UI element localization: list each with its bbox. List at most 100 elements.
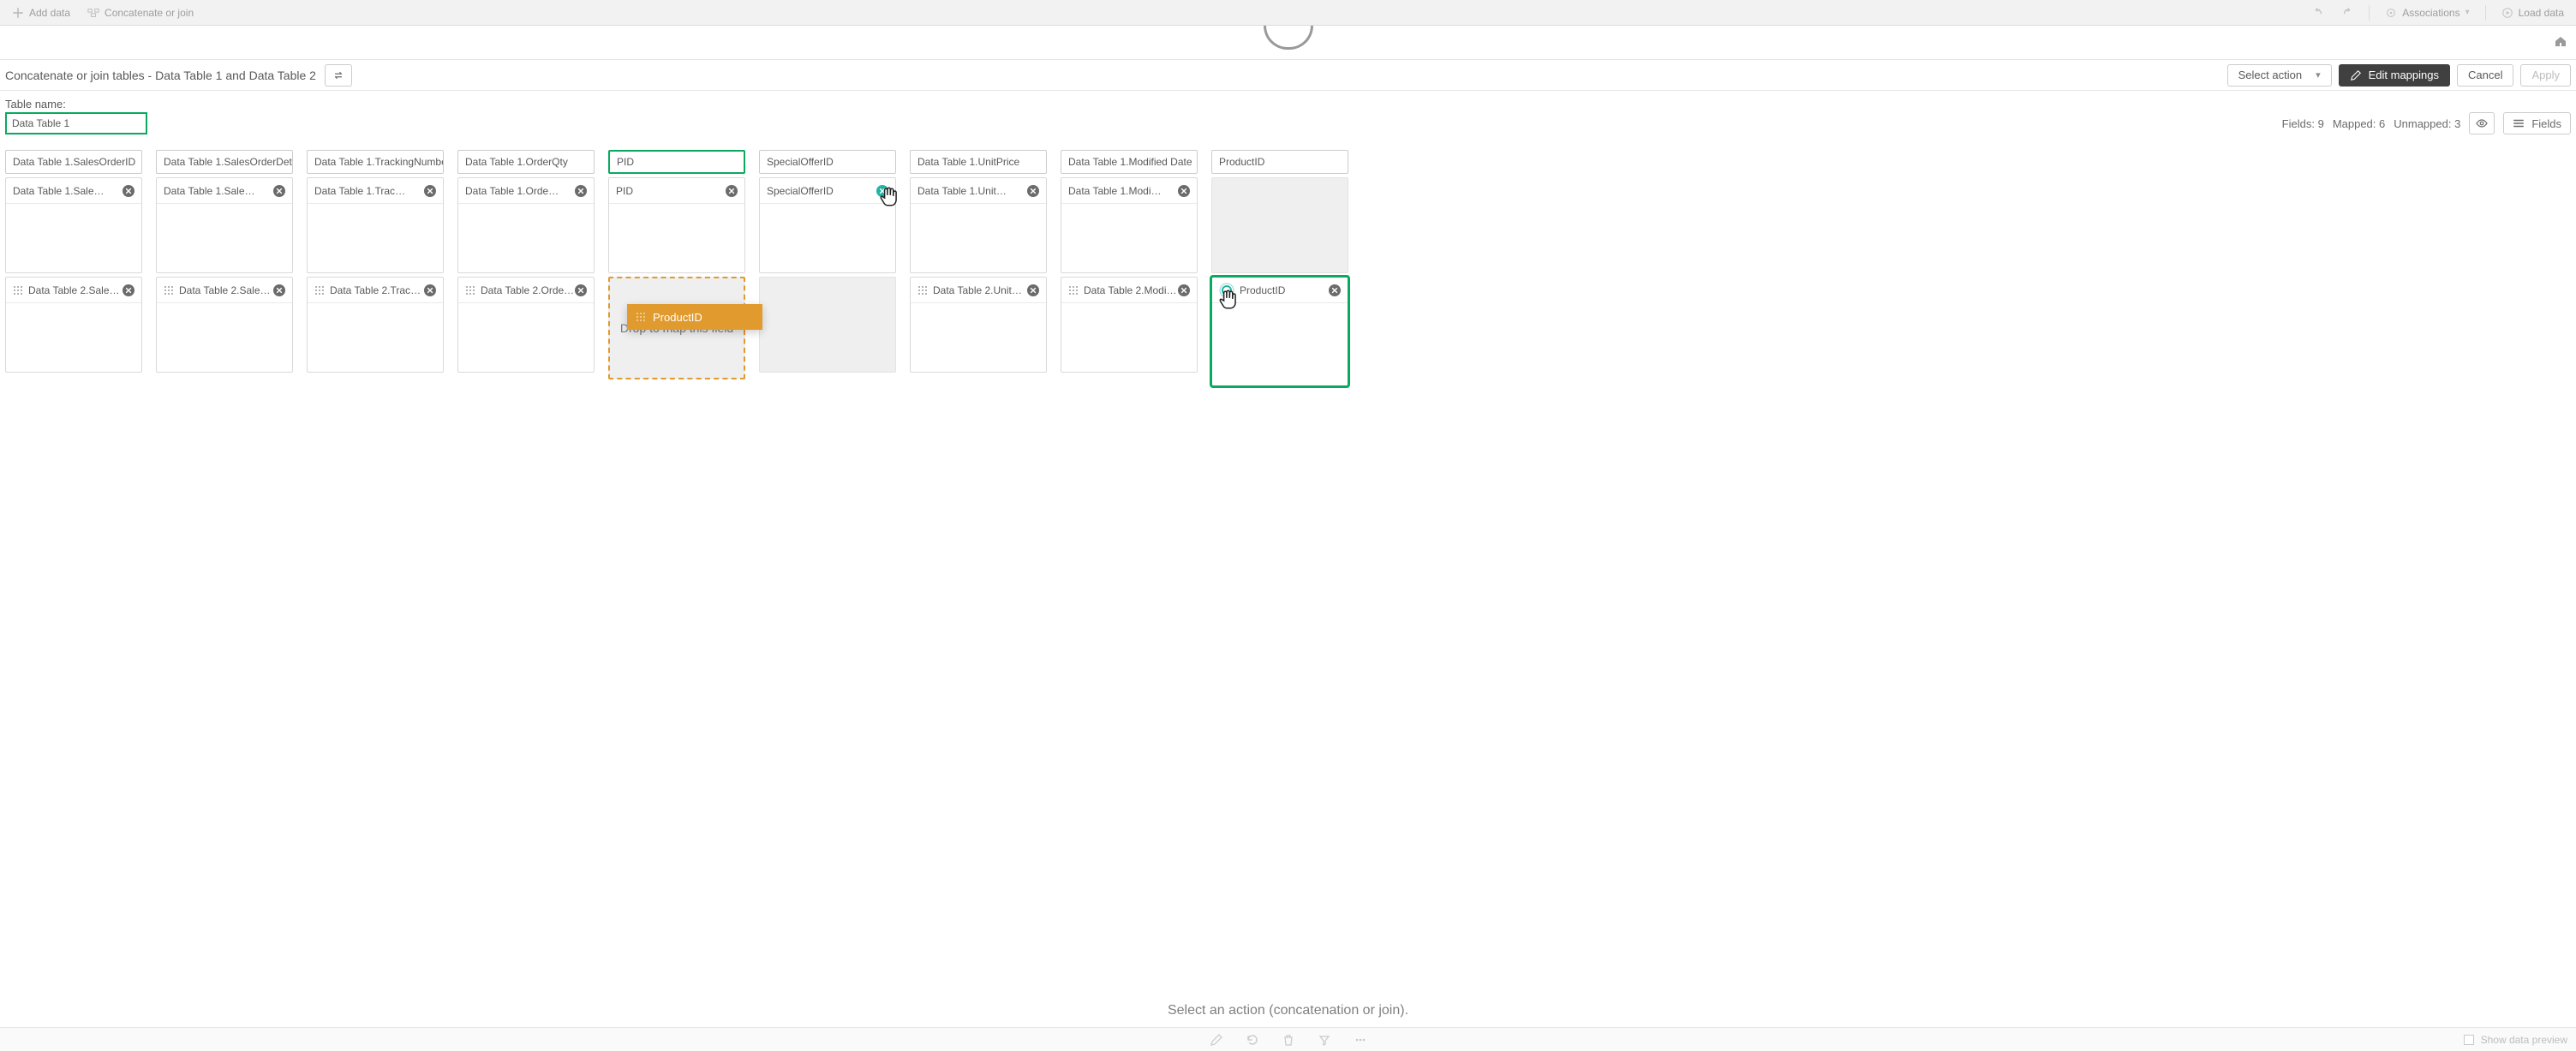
remove-icon[interactable] (424, 185, 436, 197)
remove-icon[interactable] (575, 284, 587, 296)
field-chip[interactable]: Data Table 1.SalesOrder… (157, 178, 292, 204)
field-chip[interactable]: Data Table 1.TrackingNu… (308, 178, 443, 204)
field-chip[interactable]: Data Table 2.Modifie… (1061, 278, 1197, 303)
field-chip[interactable]: Data Table 1.SalesOrderID (6, 178, 141, 204)
field-chip[interactable]: Data Table 2.Trackin… (308, 278, 443, 303)
source-field-box: Data Table 1.Modified Date (1061, 177, 1198, 273)
column-header[interactable]: Data Table 1.TrackingNumber (307, 150, 444, 174)
more-icon[interactable] (1354, 1033, 1367, 1047)
column-header[interactable]: Data Table 1.UnitPrice (910, 150, 1047, 174)
source-field-box: Data Table 1.SalesOrder… (156, 177, 293, 273)
bottom-hint: Select an action (concatenation or join)… (0, 1003, 2576, 1018)
mapping-column: Data Table 1.SalesOrderID Data Table 1.S… (5, 150, 142, 386)
field-label: Data Table 1.OrderQty (465, 185, 559, 197)
cancel-button[interactable]: Cancel (2457, 64, 2513, 87)
mapping-grid: Data Table 1.SalesOrderID Data Table 1.S… (5, 150, 2571, 386)
field-chip[interactable]: Data Table 1.Modified Date (1061, 178, 1197, 204)
preview-checkbox[interactable] (2464, 1035, 2474, 1045)
field-chip[interactable]: Data Table 2.UnitPrice (911, 278, 1046, 303)
mapping-column: Data Table 1.Modified Date Data Table 1.… (1061, 150, 1198, 386)
mapping-column: Data Table 1.SalesOrderDetailID Data Tab… (156, 150, 293, 386)
undo-button[interactable] (2305, 3, 2331, 23)
column-header[interactable]: PID (608, 150, 745, 174)
redo-button[interactable] (2334, 3, 2360, 23)
mapping-column: Data Table 1.OrderQty Data Table 1.Order… (457, 150, 595, 386)
sheet-band (0, 26, 2576, 60)
target-field-box: ProductID (1211, 277, 1348, 386)
remove-icon[interactable] (726, 185, 738, 197)
table-name-label: Table name: (5, 98, 2571, 110)
field-label: ProductID (1240, 284, 1285, 296)
remove-icon[interactable] (876, 185, 888, 197)
load-data-button[interactable]: Load data (2495, 3, 2571, 23)
field-chip[interactable]: Data Table 2.OrderQty (458, 278, 594, 303)
footer-bar: Show data preview (0, 1027, 2576, 1051)
field-label: Data Table 2.Modifie… (1084, 284, 1178, 296)
table-name-input[interactable] (5, 112, 147, 134)
field-chip[interactable]: Data Table 1.OrderQty (458, 178, 594, 204)
field-chip[interactable]: Data Table 1.UnitPrice (911, 178, 1046, 204)
shelf-pull-handle[interactable] (1264, 26, 1313, 50)
column-header[interactable]: ProductID (1211, 150, 1348, 174)
remove-icon[interactable] (123, 284, 134, 296)
remove-icon[interactable] (1027, 185, 1039, 197)
filter-icon[interactable] (1318, 1033, 1331, 1047)
drag-chip[interactable]: ProductID (627, 304, 762, 330)
play-circle-icon (2501, 7, 2513, 19)
column-header[interactable]: Data Table 1.SalesOrderDetailID (156, 150, 293, 174)
pencil-icon[interactable] (1210, 1033, 1223, 1047)
apply-button[interactable]: Apply (2520, 64, 2571, 87)
pencil-icon (2350, 69, 2362, 81)
target-field-box: Data Table 2.SalesOr… (156, 277, 293, 373)
column-header[interactable]: Data Table 1.OrderQty (457, 150, 595, 174)
field-label: Data Table 2.OrderQty (481, 284, 575, 296)
fields-button[interactable]: Fields (2503, 112, 2571, 134)
column-header[interactable]: Data Table 1.SalesOrderID (5, 150, 142, 174)
remove-icon[interactable] (1027, 284, 1039, 296)
concat-label: Concatenate or join (105, 7, 194, 19)
stage: Table name: Fields: 9 Mapped: 6 Unmapped… (0, 91, 2576, 386)
remove-icon[interactable] (273, 185, 285, 197)
field-chip[interactable]: PID (609, 178, 744, 204)
column-header[interactable]: Data Table 1.Modified Date (1061, 150, 1198, 174)
field-label: Data Table 2.SalesOr… (179, 284, 273, 296)
field-label: Data Table 1.SalesOrderID (13, 185, 107, 197)
redo-icon (2341, 7, 2353, 19)
plus-icon (12, 7, 24, 19)
field-label: SpecialOfferID (767, 185, 834, 197)
add-data-button[interactable]: Add data (5, 3, 77, 23)
mapping-column: Data Table 1.TrackingNumber Data Table 1… (307, 150, 444, 386)
concatenate-join-button[interactable]: Concatenate or join (81, 3, 200, 23)
apply-label: Apply (2531, 69, 2560, 81)
source-field-box: PID (608, 177, 745, 273)
select-action-dropdown[interactable]: Select action (2227, 64, 2332, 87)
edit-mappings-button[interactable]: Edit mappings (2339, 64, 2450, 87)
drop-target[interactable]: Drop to map this field ProductID (608, 277, 745, 379)
remove-icon[interactable] (424, 284, 436, 296)
visibility-toggle-button[interactable] (2469, 112, 2495, 134)
field-chip[interactable]: Data Table 2.SalesOr… (157, 278, 292, 303)
field-chip[interactable]: SpecialOfferID (760, 178, 895, 204)
remove-icon[interactable] (123, 185, 134, 197)
source-field-box: SpecialOfferID (759, 177, 896, 273)
field-chip[interactable]: ProductID (1212, 278, 1348, 303)
page-title: Concatenate or join tables - Data Table … (5, 69, 316, 82)
associations-button[interactable]: Associations ▾ (2378, 3, 2476, 23)
trash-icon[interactable] (1282, 1033, 1295, 1047)
remove-icon[interactable] (575, 185, 587, 197)
mapping-column: ProductID ProductID (1211, 150, 1348, 386)
field-chip[interactable]: Data Table 2.SalesOr… (6, 278, 141, 303)
remove-icon[interactable] (273, 284, 285, 296)
field-label: Data Table 2.Trackin… (330, 284, 424, 296)
home-icon[interactable] (2554, 34, 2567, 48)
column-header[interactable]: SpecialOfferID (759, 150, 896, 174)
refresh-icon[interactable] (1246, 1033, 1259, 1047)
remove-icon[interactable] (1178, 284, 1190, 296)
field-label: Data Table 1.TrackingNu… (314, 185, 409, 197)
field-label: Data Table 2.SalesOr… (28, 284, 123, 296)
field-label: Data Table 1.UnitPrice (917, 185, 1012, 197)
swap-tables-button[interactable] (325, 64, 352, 87)
remove-icon[interactable] (1178, 185, 1190, 197)
target-field-box (759, 277, 896, 373)
remove-icon[interactable] (1329, 284, 1341, 296)
